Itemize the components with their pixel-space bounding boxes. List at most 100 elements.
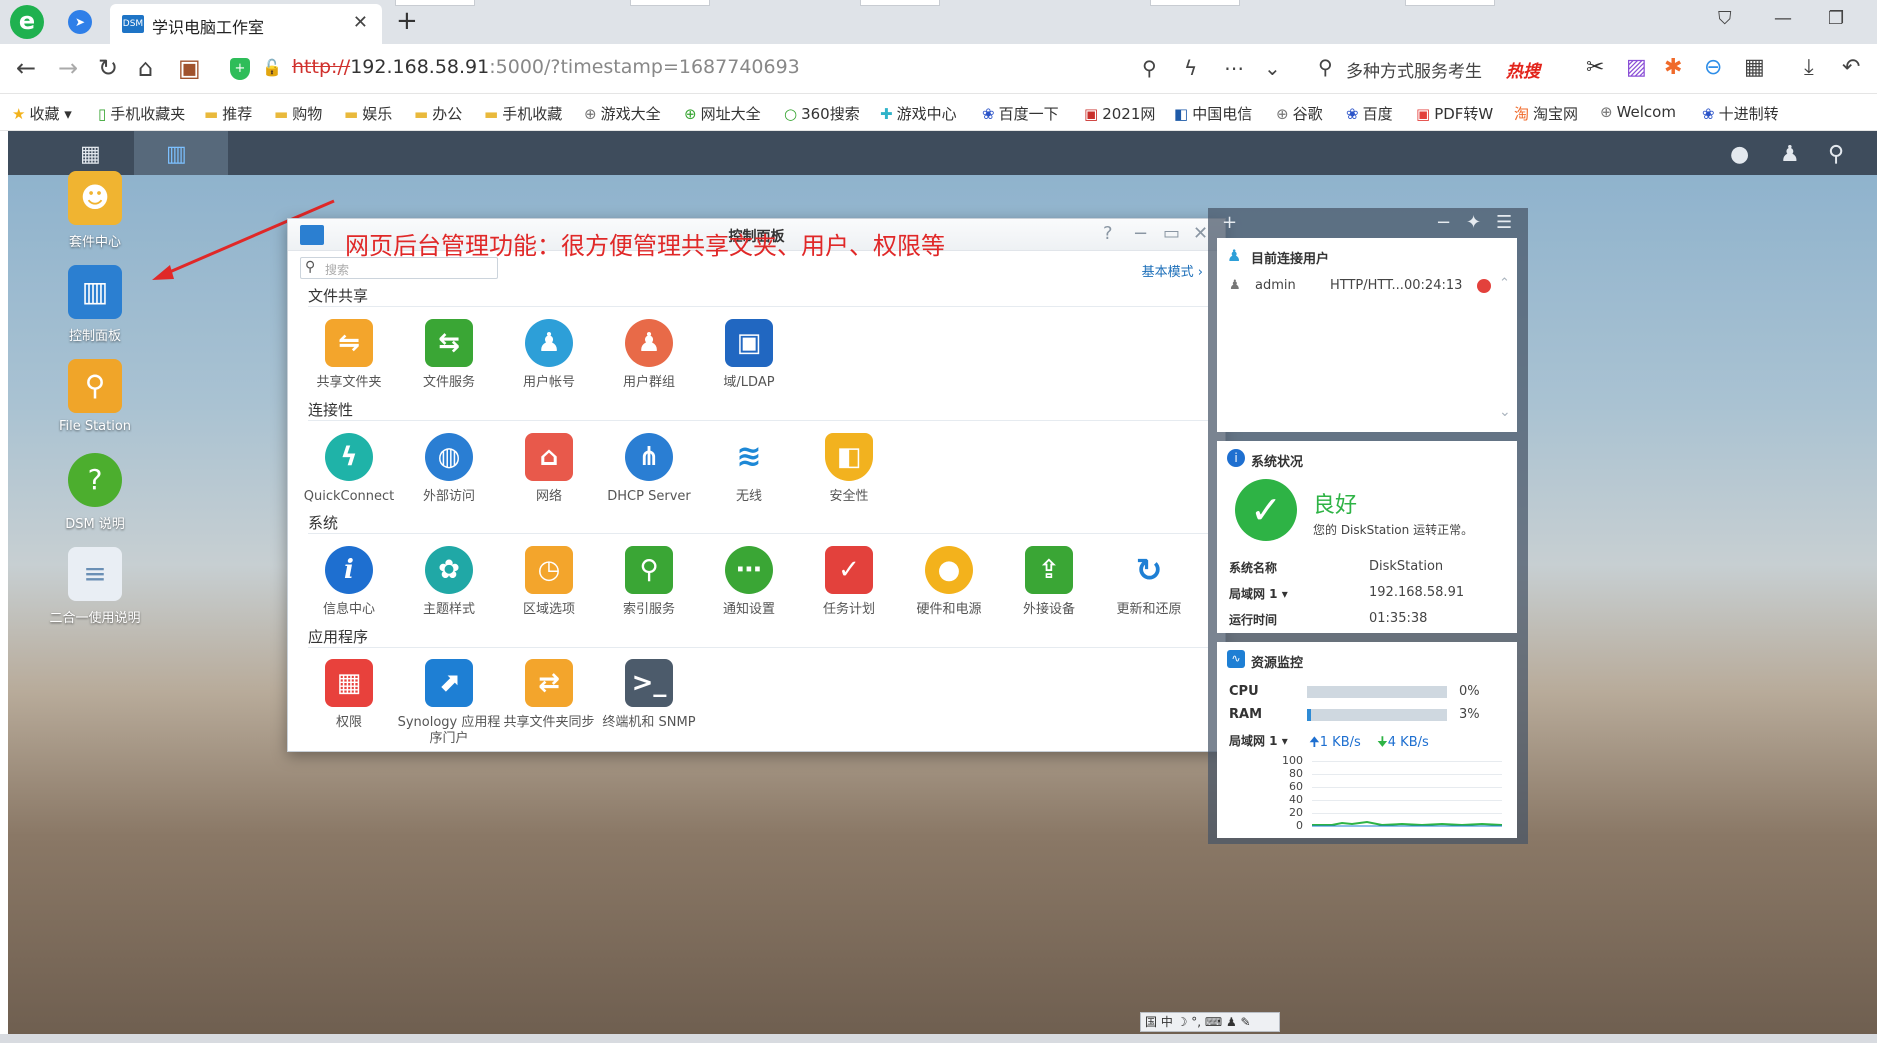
bookmark-item[interactable]: ❀ 百度: [1346, 103, 1393, 124]
chevron-down-icon[interactable]: ⌄: [1264, 56, 1281, 80]
minimize-icon[interactable]: −: [1436, 212, 1451, 233]
desktop-file-station[interactable]: ⚲ File Station: [30, 359, 160, 434]
item-quickconnect[interactable]: ϟ QuickConnect: [294, 433, 404, 505]
forward-icon[interactable]: →: [58, 54, 78, 82]
home-icon[interactable]: ⌂: [138, 54, 153, 82]
minimize-icon[interactable]: —: [1774, 8, 1792, 29]
notification-chat-icon[interactable]: ●: [1730, 142, 1749, 167]
item-dhcp[interactable]: ⋔ DHCP Server: [594, 433, 704, 505]
bookmark-item[interactable]: ⊕ 游戏大全: [584, 103, 661, 124]
pdf-icon: ▣: [1416, 105, 1431, 123]
item-notification[interactable]: ⋯ 通知设置: [694, 546, 804, 618]
item-hardware-power[interactable]: ● 硬件和电源: [894, 546, 1004, 618]
ime-toolbar[interactable]: 国 中 ☽ °, ⌨ ♟ ✎: [1140, 1012, 1280, 1032]
bookmark-item[interactable]: ★ 收藏 ▾: [12, 103, 72, 124]
help-icon[interactable]: ?: [1103, 223, 1113, 244]
item-task-scheduler[interactable]: ✓ 任务计划: [794, 546, 904, 618]
translate-icon[interactable]: ▨: [1626, 55, 1647, 80]
bookmark-item[interactable]: ❀ 百度一下: [982, 103, 1059, 124]
bookmark-item[interactable]: ✚ 游戏中心: [880, 103, 957, 124]
bookmark-item[interactable]: ◧ 中国电信: [1174, 103, 1252, 124]
panel-settings-icon[interactable]: ☰: [1496, 212, 1512, 233]
item-info-center[interactable]: i 信息中心: [294, 546, 404, 618]
bookmark-item[interactable]: ▯ 手机收藏夹: [98, 103, 185, 124]
bookmark-item[interactable]: ▬ 娱乐: [344, 103, 392, 124]
add-widget-icon[interactable]: +: [1222, 212, 1237, 233]
item-user[interactable]: ♟ 用户帐号: [494, 319, 604, 391]
ram-value: 3%: [1459, 707, 1480, 722]
game-icon[interactable]: ✱: [1664, 55, 1682, 80]
folder-icon: ▬: [204, 105, 219, 123]
item-indexing[interactable]: ⚲ 索引服务: [594, 546, 704, 618]
shirt-icon[interactable]: ⛉: [1718, 8, 1732, 29]
close-icon[interactable]: ✕: [1193, 223, 1208, 244]
pin-icon[interactable]: ✦: [1466, 212, 1481, 233]
briefcase-icon[interactable]: ▣: [178, 54, 201, 82]
bookmark-item[interactable]: ❀ 十进制转: [1702, 103, 1779, 124]
restore-icon[interactable]: ❐: [1828, 8, 1844, 29]
bookmark-item[interactable]: ▣ PDF转W: [1416, 103, 1493, 124]
item-file-services[interactable]: ⇆ 文件服务: [394, 319, 504, 391]
bookmark-item[interactable]: ▬ 办公: [414, 103, 462, 124]
lightning-icon[interactable]: ϟ: [1184, 56, 1197, 80]
bookmark-item[interactable]: ▬ 购物: [274, 103, 322, 124]
item-ldap[interactable]: ▣ 域/LDAP: [694, 319, 804, 391]
search-icon[interactable]: ⚲: [1828, 142, 1844, 167]
bookmark-item[interactable]: ⊕ Welcom: [1600, 103, 1676, 121]
minimize-icon[interactable]: −: [1133, 223, 1148, 244]
bookmark-item[interactable]: ▣ 2021网: [1084, 103, 1155, 124]
bookmark-item[interactable]: 淘淘宝网: [1514, 103, 1578, 124]
download-icon[interactable]: ⤓: [1804, 55, 1814, 80]
item-shared-folder[interactable]: ⇋ 共享文件夹: [294, 319, 404, 391]
desktop-package-center[interactable]: ☻ 套件中心: [30, 171, 160, 250]
browser-tab[interactable]: DSM 学识电脑工作室 ✕: [110, 4, 382, 44]
send-icon[interactable]: ➤: [68, 10, 92, 34]
back-icon[interactable]: ←: [16, 54, 36, 82]
item-external-access[interactable]: ◍ 外部访问: [394, 433, 504, 505]
bookmark-item[interactable]: ▬ 手机收藏: [484, 103, 562, 124]
apps-grid-icon[interactable]: ▦: [1744, 55, 1765, 80]
taskbar-control-panel[interactable]: ▥: [134, 131, 228, 175]
block-icon[interactable]: ⊖: [1704, 55, 1722, 80]
chevron-up-icon[interactable]: ⌃: [1499, 276, 1510, 291]
bookmark-item[interactable]: ⊕ 谷歌: [1276, 103, 1323, 124]
zoom-icon[interactable]: ⚲: [1142, 56, 1157, 80]
user-icon[interactable]: ♟: [1780, 142, 1800, 167]
connection-row[interactable]: ♟ admin HTTP/HTT... 00:24:13 ⌃: [1227, 276, 1510, 304]
desktop-dsm-help[interactable]: ? DSM 说明: [30, 453, 160, 532]
reload-icon[interactable]: ↻: [98, 54, 118, 82]
search-box[interactable]: ⚲ 多种方式服务考生 热搜: [1310, 48, 1600, 88]
item-wireless[interactable]: ≋ 无线: [694, 433, 804, 505]
item-group[interactable]: ♟ 用户群组: [594, 319, 704, 391]
item-folder-sync[interactable]: ⇄ 共享文件夹同步: [494, 659, 604, 731]
more-icon[interactable]: ⋯: [1224, 56, 1244, 80]
row-label[interactable]: 局域网 1 ▾: [1229, 585, 1288, 602]
item-terminal-snmp[interactable]: >_ 终端机和 SNMP: [594, 659, 704, 731]
new-tab-button[interactable]: +: [396, 6, 418, 36]
item-privileges[interactable]: ▦ 权限: [294, 659, 404, 731]
item-update-restore[interactable]: ↻ 更新和还原: [1094, 546, 1204, 618]
undo-icon[interactable]: ↶: [1842, 55, 1860, 80]
browser-logo-icon[interactable]: e: [10, 5, 44, 39]
desktop-manual[interactable]: ≡ 二合一使用说明: [30, 547, 160, 626]
basic-mode-link[interactable]: 基本模式 ›: [1142, 261, 1203, 280]
lan-selector[interactable]: 局域网 1 ▾: [1229, 732, 1288, 749]
scissors-icon[interactable]: ✂: [1586, 55, 1604, 80]
url-field[interactable]: + 🔓 http://192.168.58.91:5000/?timestamp…: [220, 50, 1300, 88]
bookmark-item[interactable]: ○ 360搜索: [784, 103, 860, 124]
item-regional[interactable]: ◷ 区域选项: [494, 546, 604, 618]
item-network[interactable]: ⌂ 网络: [494, 433, 604, 505]
item-app-portal[interactable]: ⬈ Synology 应用程序门户: [394, 659, 504, 747]
tab-close-icon[interactable]: ✕: [353, 12, 368, 33]
bookmark-item[interactable]: ⊕ 网址大全: [684, 103, 761, 124]
desktop-control-panel[interactable]: ▥ 控制面板: [30, 265, 160, 344]
item-security[interactable]: ◧ 安全性: [794, 433, 904, 505]
bookmark-item[interactable]: ▬ 推荐: [204, 103, 252, 124]
insecure-lock-icon[interactable]: 🔓: [262, 58, 282, 77]
maximize-icon[interactable]: ▭: [1163, 223, 1180, 244]
disconnect-icon[interactable]: [1477, 279, 1491, 293]
item-theme[interactable]: ✿ 主题样式: [394, 546, 504, 618]
item-external-devices[interactable]: ⇪ 外接设备: [994, 546, 1104, 618]
main-menu-button[interactable]: ▦: [44, 131, 138, 175]
chevron-down-icon[interactable]: ⌄: [1499, 404, 1511, 420]
